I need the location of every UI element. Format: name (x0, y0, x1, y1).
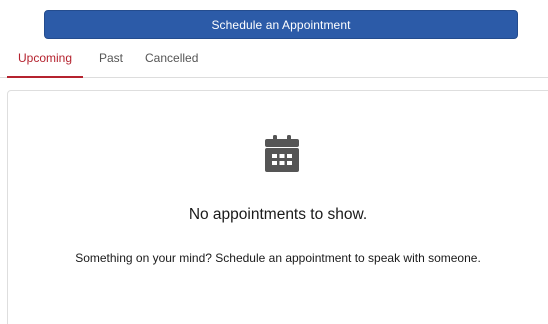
empty-state-title: No appointments to show. (188, 206, 368, 223)
calendar-icon (261, 133, 303, 175)
schedule-appointment-button[interactable]: Schedule an Appointment (44, 10, 518, 39)
appointment-tabs: Upcoming Past Cancelled (0, 41, 548, 78)
empty-state-card: No appointments to show. Something on yo… (7, 90, 548, 324)
tab-cancelled[interactable]: Cancelled (145, 51, 198, 65)
tab-past[interactable]: Past (99, 51, 123, 65)
empty-state-message: Something on your mind? Schedule an appo… (75, 251, 481, 265)
appointments-page: Schedule an Appointment Upcoming Past Ca… (0, 0, 548, 324)
tab-upcoming[interactable]: Upcoming (7, 51, 83, 78)
